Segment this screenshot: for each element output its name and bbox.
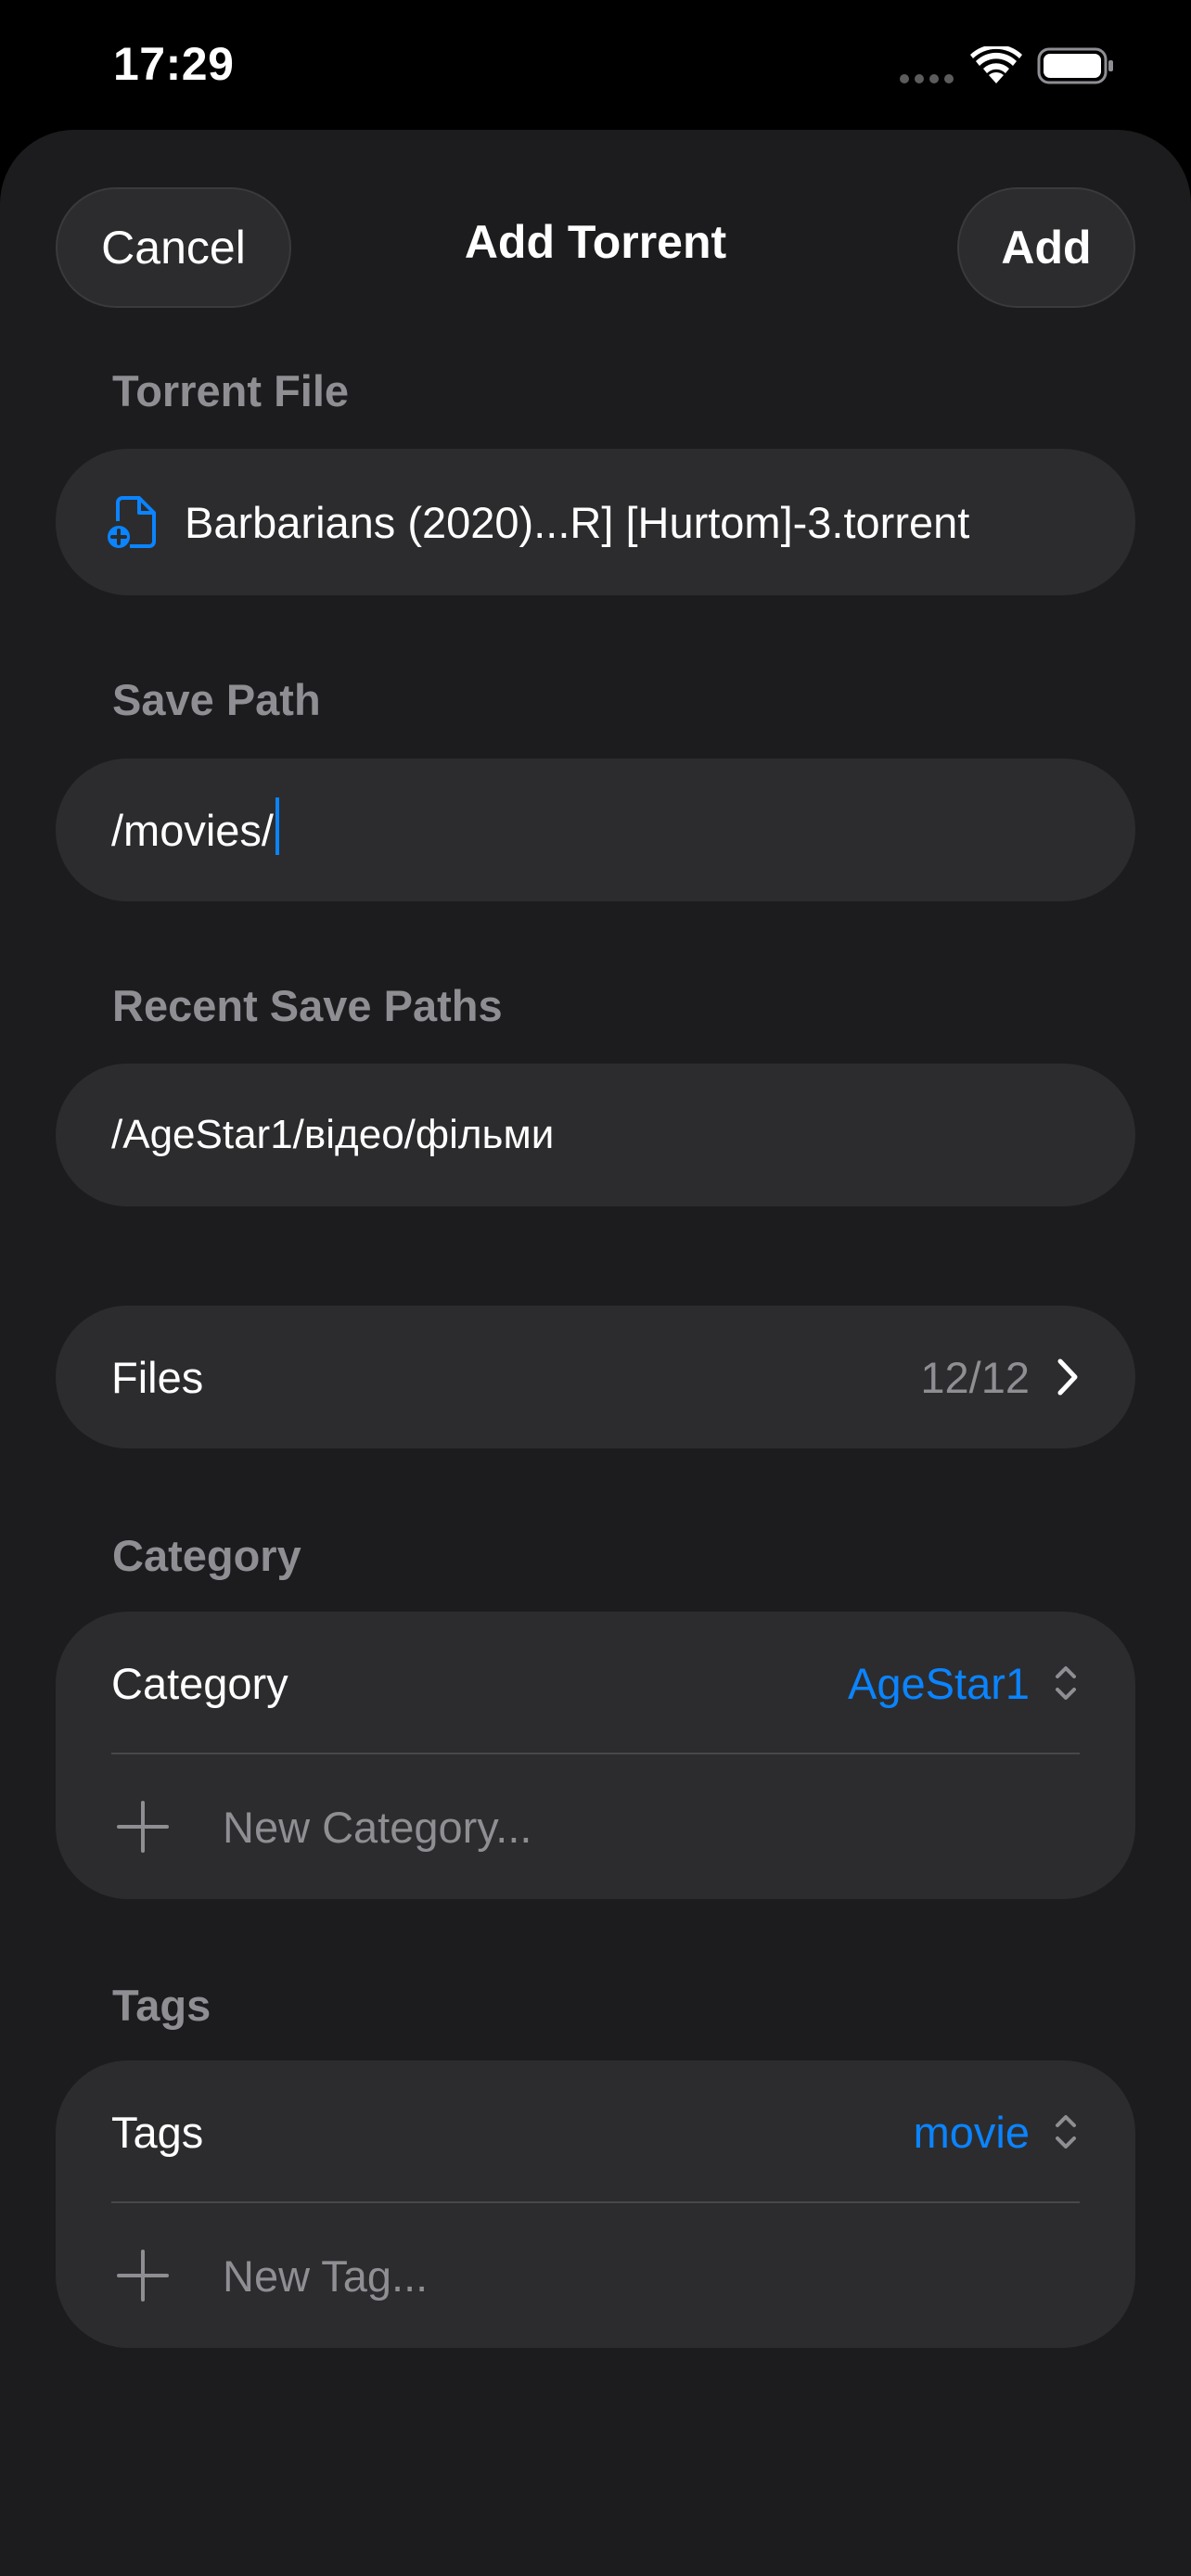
cellular-signal-icon (900, 74, 954, 83)
save-path-section-label: Save Path (112, 675, 321, 724)
new-tag-input[interactable]: New Tag... (223, 2251, 428, 2302)
status-bar: 17:29 (0, 0, 1191, 130)
battery-icon (1037, 47, 1113, 84)
files-label: Files (111, 1352, 204, 1402)
category-card: Category AgeStar1 New Category... (56, 1612, 1135, 1899)
torrent-file-name: Barbarians (2020)...R] [Hurtom]-3.torren… (185, 497, 970, 547)
text-cursor (275, 797, 279, 855)
tags-label: Tags (111, 2107, 204, 2157)
new-category-input-row[interactable]: New Category... (56, 1754, 1135, 1899)
category-selected-value[interactable]: AgeStar1 (848, 1658, 1030, 1709)
chevron-right-icon (1057, 1358, 1078, 1396)
torrent-file-section-label: Torrent File (112, 366, 350, 415)
tags-card: Tags movie New Tag... (56, 2060, 1135, 2348)
chevron-up-down-icon (1056, 2115, 1076, 2149)
category-section-label: Category (112, 1531, 301, 1580)
save-path-input[interactable]: /movies/ (111, 805, 274, 856)
add-button[interactable]: Add (957, 187, 1135, 308)
recent-save-paths-section-label: Recent Save Paths (112, 981, 503, 1030)
recent-save-path-label: /AgeStar1/відео/фільми (111, 1112, 555, 1157)
category-label: Category (111, 1658, 288, 1708)
torrent-file-card[interactable]: Barbarians (2020)...R] [Hurtom]-3.torren… (56, 449, 1135, 595)
chevron-up-down-icon (1056, 1666, 1076, 1700)
status-time: 17:29 (113, 38, 235, 90)
wifi-icon (970, 46, 1022, 83)
tags-selected-value[interactable]: movie (914, 2107, 1030, 2158)
files-row[interactable]: Files 12/12 (56, 1306, 1135, 1448)
tags-section-label: Tags (112, 1981, 211, 2030)
recent-save-path-item[interactable]: /AgeStar1/відео/фільми (56, 1064, 1135, 1206)
files-count: 12/12 (920, 1353, 1030, 1402)
new-tag-input-row[interactable]: New Tag... (56, 2203, 1135, 2348)
save-path-field[interactable]: /movies/ (56, 759, 1135, 901)
new-category-input[interactable]: New Category... (223, 1802, 531, 1853)
